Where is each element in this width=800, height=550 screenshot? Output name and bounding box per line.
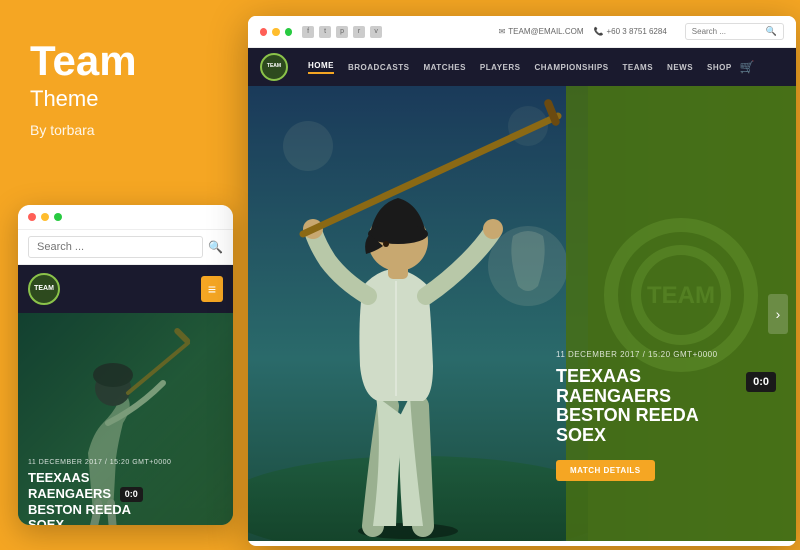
nav-item-shop[interactable]: SHOP bbox=[707, 63, 732, 72]
desktop-search-box: 🔍 bbox=[685, 23, 784, 40]
phone-info: 📞 +60 3 8751 6284 bbox=[594, 27, 667, 36]
desktop-dot-yellow bbox=[272, 28, 279, 36]
nav-item-home[interactable]: HOME bbox=[308, 61, 334, 74]
theme-subtitle: Theme bbox=[30, 86, 215, 112]
phone-icon: 📞 bbox=[594, 27, 604, 36]
desktop-search-input[interactable] bbox=[692, 27, 762, 36]
desktop-dot-red bbox=[260, 28, 267, 36]
mobile-mockup: 🔍 TEAM ≡ bbox=[18, 205, 233, 525]
twitter-icon[interactable]: t bbox=[319, 26, 331, 38]
mobile-dot-yellow bbox=[41, 213, 49, 221]
desktop-info-bar: f t p r v ✉ TEAM@EMAIL.COM 📞 +60 3 8751 … bbox=[248, 16, 796, 48]
hero-match-content: 11 DECEMBER 2017 / 15:20 GMT+0000 TEEXAA… bbox=[556, 350, 776, 481]
mobile-nav-bar: TEAM ≡ bbox=[18, 265, 233, 313]
mobile-score-badge: 0:0 bbox=[120, 487, 143, 502]
email-info: ✉ TEAM@EMAIL.COM bbox=[499, 27, 584, 36]
mobile-top-bar bbox=[18, 205, 233, 230]
mobile-dot-red bbox=[28, 213, 36, 221]
desktop-hero: TEAM 11 DECEMBER 2017 / 15:20 GMT+0000 T… bbox=[248, 86, 796, 541]
cart-icon[interactable]: 🛒 bbox=[740, 60, 755, 74]
desktop-nav: TEAM HOME BROADCASTS MATCHES PLAYERS CHA… bbox=[248, 48, 796, 86]
mobile-hero: 11 DECEMBER 2017 / 15:20 GMT+0000 TEEXAA… bbox=[18, 313, 233, 525]
nav-item-teams[interactable]: TEAMS bbox=[623, 63, 654, 72]
hero-teams-score: TEEXAAS RAENGAERS BESTON REEDA SOEX 0:0 bbox=[556, 367, 776, 446]
match-details-button[interactable]: MATCH DETAILS bbox=[556, 460, 655, 481]
hero-date: 11 DECEMBER 2017 / 15:20 GMT+0000 bbox=[556, 350, 776, 359]
mobile-dot-green bbox=[54, 213, 62, 221]
svg-text:TEAM: TEAM bbox=[647, 282, 715, 309]
hero-next-arrow[interactable]: › bbox=[768, 294, 788, 334]
desktop-mockup: f t p r v ✉ TEAM@EMAIL.COM 📞 +60 3 8751 … bbox=[248, 16, 796, 546]
mobile-match-info: 11 DECEMBER 2017 / 15:20 GMT+0000 TEEXAA… bbox=[28, 459, 223, 525]
mobile-search-bar: 🔍 bbox=[18, 230, 233, 265]
mobile-search-input[interactable] bbox=[28, 236, 203, 258]
nav-item-news[interactable]: NEWS bbox=[667, 63, 693, 72]
search-icon: 🔍 bbox=[208, 240, 223, 254]
phone-text: +60 3 8751 6284 bbox=[607, 27, 667, 36]
nav-item-players[interactable]: PLAYERS bbox=[480, 63, 521, 72]
nav-item-championships[interactable]: CHAMPIONSHIPS bbox=[534, 63, 608, 72]
left-panel: Team Theme By torbara 🔍 TEAM ≡ bbox=[0, 0, 245, 550]
desktop-nav-items: HOME BROADCASTS MATCHES PLAYERS CHAMPION… bbox=[308, 61, 732, 74]
theme-title: Team bbox=[30, 40, 215, 82]
nav-item-broadcasts[interactable]: BROADCASTS bbox=[348, 63, 409, 72]
email-icon: ✉ bbox=[499, 27, 506, 36]
vimeo-icon[interactable]: v bbox=[370, 26, 382, 38]
email-text: TEAM@EMAIL.COM bbox=[508, 27, 583, 36]
mobile-match-teams: TEEXAAS RAENGAERS 0:0 BESTON REEDA SOEX bbox=[28, 470, 223, 525]
rss-icon[interactable]: r bbox=[353, 26, 365, 38]
mobile-match-date: 11 DECEMBER 2017 / 15:20 GMT+0000 bbox=[28, 459, 223, 466]
hero-teams: TEEXAAS RAENGAERS BESTON REEDA SOEX bbox=[556, 367, 736, 446]
hero-score-badge: 0:0 bbox=[746, 372, 776, 392]
desktop-nav-logo: TEAM bbox=[260, 53, 288, 81]
mobile-hamburger-button[interactable]: ≡ bbox=[201, 276, 223, 302]
desktop-search-icon[interactable]: 🔍 bbox=[766, 26, 777, 37]
theme-author: By torbara bbox=[30, 122, 215, 138]
nav-item-matches[interactable]: MATCHES bbox=[423, 63, 465, 72]
pinterest-icon[interactable]: p bbox=[336, 26, 348, 38]
desktop-top-info: f t p r v ✉ TEAM@EMAIL.COM 📞 +60 3 8751 … bbox=[302, 23, 784, 40]
hero-left-bg bbox=[248, 86, 588, 541]
hero-team2: BESTON REEDA SOEX bbox=[556, 406, 736, 446]
mobile-logo: TEAM bbox=[28, 273, 60, 305]
desktop-dot-green bbox=[285, 28, 292, 36]
social-icons: f t p r v bbox=[302, 26, 382, 38]
facebook-icon[interactable]: f bbox=[302, 26, 314, 38]
contact-info: ✉ TEAM@EMAIL.COM 📞 +60 3 8751 6284 bbox=[499, 27, 667, 36]
hero-team1: TEEXAAS RAENGAERS bbox=[556, 367, 736, 407]
